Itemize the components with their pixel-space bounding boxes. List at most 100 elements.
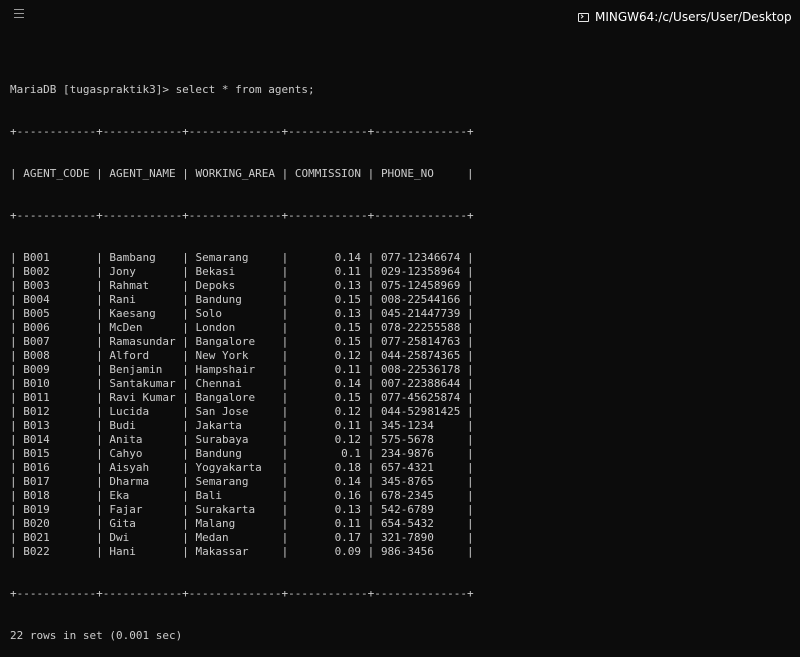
table-cell-0: B002 <box>23 265 90 278</box>
window-title: MINGW64:/c/Users/User/Desktop <box>578 9 792 25</box>
table-row: | B008 | Alford | New York | 0.12 | 044-… <box>10 349 474 362</box>
table-cell-2: Hampshair <box>195 363 275 376</box>
table-cell-1: Rahmat <box>109 279 176 292</box>
table-cell-4: 078-22255588 <box>380 321 461 334</box>
table-cell-1: Budi <box>109 419 176 432</box>
table-cell-2: Bangalore <box>195 391 275 404</box>
table-cell-2: Surabaya <box>195 433 275 446</box>
table-row: | B016 | Aisyah | Yogyakarta | 0.18 | 65… <box>10 461 474 474</box>
table-cell-1: Aisyah <box>109 461 176 474</box>
table-cell-3: 0.11 <box>294 363 362 376</box>
table-cell-0: B013 <box>23 419 90 432</box>
table-cell-3: 0.11 <box>294 265 362 278</box>
table-cell-4: 234-9876 <box>380 447 461 460</box>
table-cell-1: Alford <box>109 349 176 362</box>
column-header-1: AGENT_NAME <box>109 167 176 180</box>
table-cell-0: B016 <box>23 461 90 474</box>
table-cell-2: Bekasi <box>195 265 275 278</box>
table-row: | B006 | McDen | London | 0.15 | 078-222… <box>10 321 474 334</box>
table-cell-3: 0.18 <box>294 461 362 474</box>
table-cell-1: McDen <box>109 321 176 334</box>
table-cell-4: 044-25874365 <box>380 349 461 362</box>
table-cell-2: Semarang <box>195 475 275 488</box>
table-row: | B020 | Gita | Malang | 0.11 | 654-5432… <box>10 517 474 530</box>
table-cell-1: Gita <box>109 517 176 530</box>
table-cell-0: B014 <box>23 433 90 446</box>
table-cell-1: Dwi <box>109 531 176 544</box>
table-cell-0: B015 <box>23 447 90 460</box>
table-cell-0: B007 <box>23 335 90 348</box>
title-bar: MINGW64:/c/Users/User/Desktop <box>0 0 800 32</box>
table-cell-3: 0.11 <box>294 419 362 432</box>
table-row: | B001 | Bambang | Semarang | 0.14 | 077… <box>10 251 474 264</box>
table-cell-4: 008-22536178 <box>380 363 461 376</box>
table-border-mid: +------------+------------+-------------… <box>10 209 474 222</box>
table-cell-3: 0.13 <box>294 307 362 320</box>
table-cell-2: Malang <box>195 517 275 530</box>
table-cell-0: B018 <box>23 489 90 502</box>
table-body: | B001 | Bambang | Semarang | 0.14 | 077… <box>10 251 790 559</box>
terminal-icon <box>578 12 589 22</box>
table-cell-4: 986-3456 <box>380 545 461 558</box>
table-row: | B004 | Rani | Bandung | 0.15 | 008-225… <box>10 293 474 306</box>
table-cell-4: 007-22388644 <box>380 377 461 390</box>
table-cell-1: Ramasundar <box>109 335 176 348</box>
table-cell-3: 0.14 <box>294 251 362 264</box>
table-cell-3: 0.17 <box>294 531 362 544</box>
table-cell-1: Lucida <box>109 405 176 418</box>
table-cell-4: 345-8765 <box>380 475 461 488</box>
table-cell-3: 0.14 <box>294 475 362 488</box>
table-row: | B010 | Santakumar | Chennai | 0.14 | 0… <box>10 377 474 390</box>
table-cell-2: Makassar <box>195 545 275 558</box>
table-cell-3: 0.12 <box>294 433 362 446</box>
table-cell-4: 654-5432 <box>380 517 461 530</box>
table-cell-3: 0.13 <box>294 279 362 292</box>
table-cell-4: 345-1234 <box>380 419 461 432</box>
table-cell-2: Bangalore <box>195 335 275 348</box>
table-cell-4: 008-22544166 <box>380 293 461 306</box>
table-row: | B015 | Cahyo | Bandung | 0.1 | 234-987… <box>10 447 474 460</box>
table-cell-1: Bambang <box>109 251 176 264</box>
table-cell-2: London <box>195 321 275 334</box>
table-cell-0: B009 <box>23 363 90 376</box>
table-cell-2: Jakarta <box>195 419 275 432</box>
table-cell-1: Santakumar <box>109 377 176 390</box>
table-cell-1: Eka <box>109 489 176 502</box>
hamburger-menu-icon[interactable] <box>14 9 24 19</box>
table-cell-0: B011 <box>23 391 90 404</box>
table-cell-3: 0.12 <box>294 349 362 362</box>
table-cell-2: Semarang <box>195 251 275 264</box>
table-cell-0: B012 <box>23 405 90 418</box>
table-cell-0: B022 <box>23 545 90 558</box>
table-row: | B011 | Ravi Kumar | Bangalore | 0.15 |… <box>10 391 474 404</box>
table-cell-4: 045-21447739 <box>380 307 461 320</box>
table-cell-1: Ravi Kumar <box>109 391 176 404</box>
table-row: | B013 | Budi | Jakarta | 0.11 | 345-123… <box>10 419 474 432</box>
table-cell-1: Jony <box>109 265 176 278</box>
table-cell-4: 077-45625874 <box>380 391 461 404</box>
column-header-3: COMMISSION <box>294 167 362 180</box>
table-cell-1: Rani <box>109 293 176 306</box>
table-cell-4: 575-5678 <box>380 433 461 446</box>
terminal-output[interactable]: MariaDB [tugaspraktik3]> select * from a… <box>10 55 790 657</box>
table-cell-0: B020 <box>23 517 90 530</box>
table-cell-0: B004 <box>23 293 90 306</box>
table-cell-0: B010 <box>23 377 90 390</box>
command-prompt: MariaDB [tugaspraktik3]> select * from a… <box>10 83 315 96</box>
table-cell-1: Benjamin <box>109 363 176 376</box>
table-row: | B002 | Jony | Bekasi | 0.11 | 029-1235… <box>10 265 474 278</box>
table-row: | B009 | Benjamin | Hampshair | 0.11 | 0… <box>10 363 474 376</box>
table-row: | B018 | Eka | Bali | 0.16 | 678-2345 | <box>10 489 474 502</box>
column-header-2: WORKING_AREA <box>195 167 275 180</box>
table-cell-4: 075-12458969 <box>380 279 461 292</box>
table-cell-1: Hani <box>109 545 176 558</box>
table-cell-0: B003 <box>23 279 90 292</box>
table-cell-4: 657-4321 <box>380 461 461 474</box>
column-header-4: PHONE_NO <box>380 167 461 180</box>
table-cell-2: Bandung <box>195 293 275 306</box>
table-cell-4: 678-2345 <box>380 489 461 502</box>
result-summary: 22 rows in set (0.001 sec) <box>10 629 183 642</box>
table-row: | B003 | Rahmat | Depoks | 0.13 | 075-12… <box>10 279 474 292</box>
table-cell-2: Medan <box>195 531 275 544</box>
table-cell-3: 0.12 <box>294 405 362 418</box>
